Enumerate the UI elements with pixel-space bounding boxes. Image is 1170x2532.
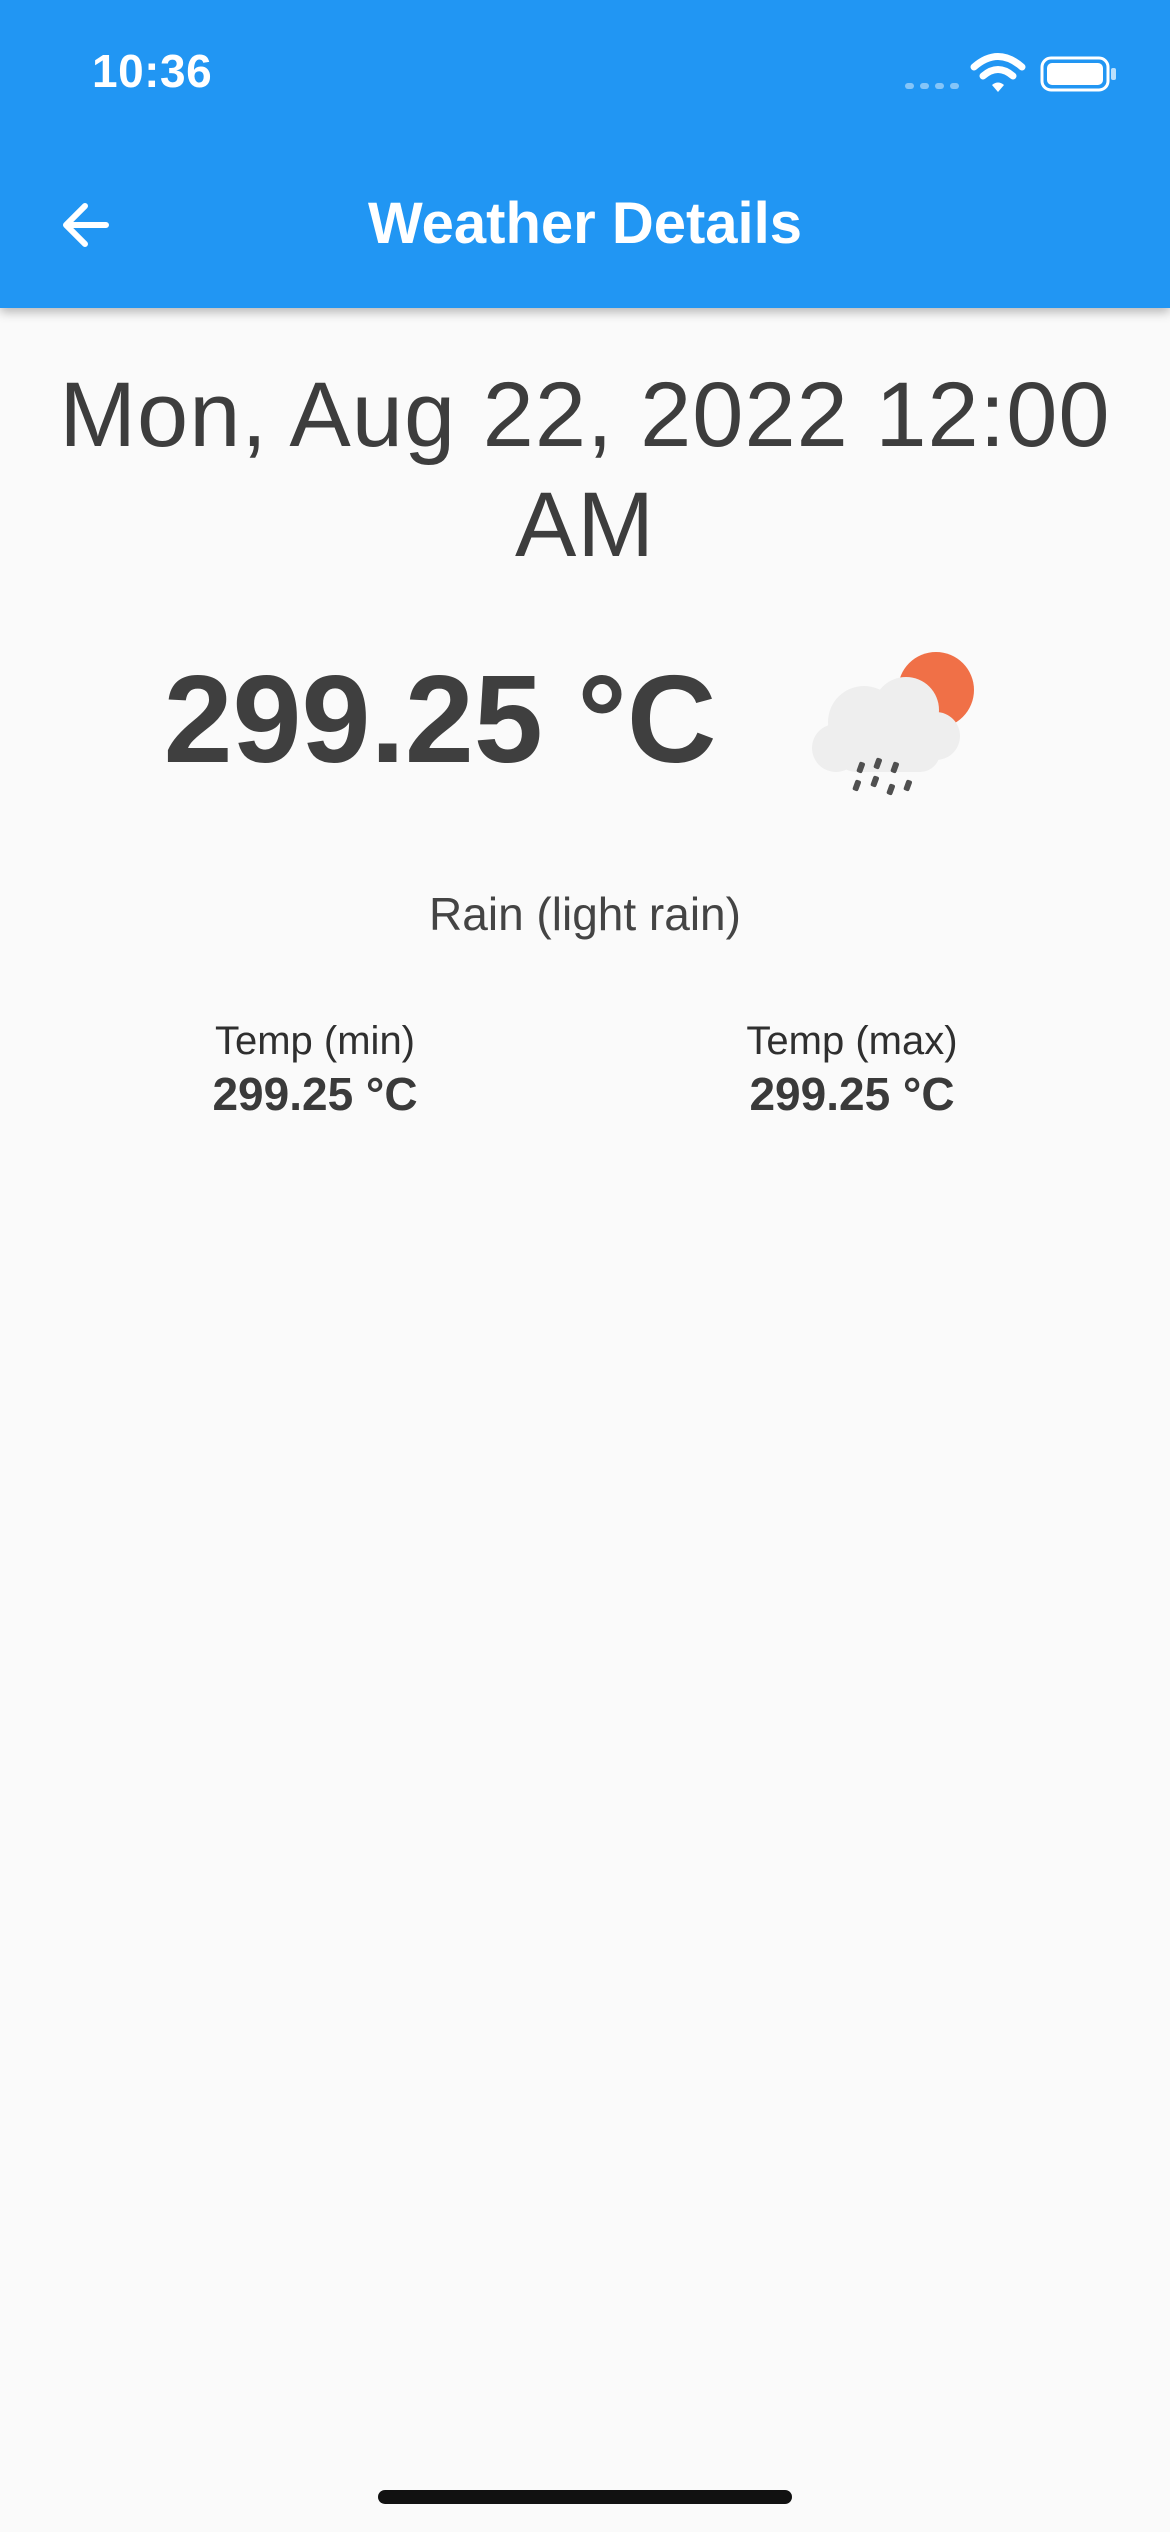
forecast-datetime: Mon, Aug 22, 2022 12:00 AM [59, 364, 1111, 576]
current-temperature: 299.25 °C [163, 651, 717, 789]
battery-icon [1040, 56, 1116, 92]
page-title: Weather Details [367, 191, 803, 256]
app-bar: 10:36 Weather Details [0, 0, 1170, 308]
weather-condition: Rain (light rain) [429, 888, 741, 940]
rain-cloud-sun-icon [812, 652, 974, 796]
temp-max-block: Temp (max) 299.25 °C [642, 1015, 1062, 1121]
temp-max-value: 299.25 °C [749, 1068, 955, 1120]
home-indicator[interactable] [378, 2490, 792, 2504]
temp-min-block: Temp (min) 299.25 °C [105, 1015, 525, 1121]
wifi-icon [970, 53, 1026, 92]
cellular-signal-icon [905, 83, 959, 89]
temp-min-value: 299.25 °C [212, 1068, 418, 1120]
temp-max-label: Temp (max) [746, 1019, 958, 1063]
status-time: 10:36 [92, 45, 213, 97]
temp-min-label: Temp (min) [214, 1019, 416, 1063]
